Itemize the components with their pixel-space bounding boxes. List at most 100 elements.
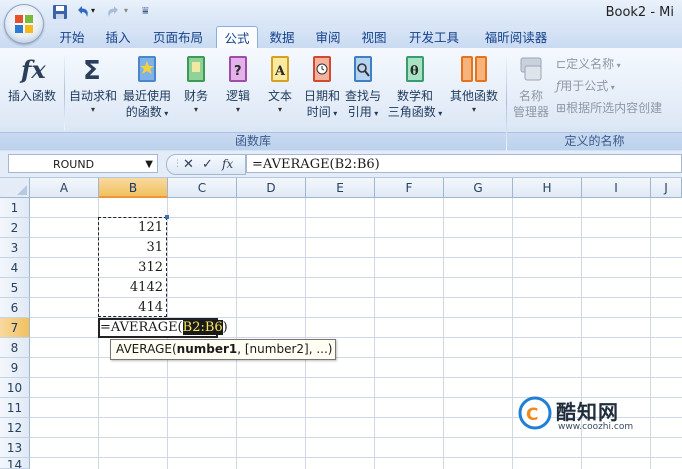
- column-header-b[interactable]: B: [99, 178, 168, 198]
- watermark: C 酷知网 www.coozhi.com: [512, 384, 662, 444]
- name-box-dropdown-icon[interactable]: ▼: [145, 155, 153, 174]
- column-header-c[interactable]: C: [168, 178, 237, 198]
- redo-icon[interactable]: [106, 4, 122, 20]
- financial-book-icon: [187, 56, 205, 82]
- tab-review[interactable]: 审阅: [308, 28, 348, 48]
- cancel-formula-icon[interactable]: ✕: [183, 155, 194, 174]
- financial-button[interactable]: 财务 ▾: [178, 52, 214, 116]
- logical-dropdown-icon[interactable]: ▾: [220, 104, 256, 116]
- formula-input[interactable]: =AVERAGE(B2:B6): [246, 154, 682, 173]
- logical-button[interactable]: ? 逻辑 ▾: [220, 52, 256, 116]
- svg-text:C: C: [526, 405, 538, 425]
- math-book-icon: θ: [406, 56, 424, 82]
- column-header-e[interactable]: E: [306, 178, 375, 198]
- function-argument-tooltip[interactable]: AVERAGE(number1, [number2], ...): [110, 339, 336, 360]
- insert-function-button[interactable]: fx 插入函数: [2, 52, 62, 104]
- row-header-8[interactable]: 8: [0, 338, 30, 358]
- column-header-f[interactable]: F: [375, 178, 444, 198]
- lookup-label-1: 查找与: [344, 89, 381, 103]
- sigma-icon: Σ: [83, 56, 101, 86]
- confirm-formula-icon[interactable]: ✓: [202, 155, 213, 174]
- row-header-4[interactable]: 4: [0, 258, 30, 278]
- math-dropdown-icon[interactable]: ▾: [436, 109, 442, 118]
- recent-functions-button[interactable]: 最近使用 的函数 ▾: [120, 52, 174, 122]
- undo-dropdown-icon[interactable]: ▾: [91, 6, 95, 15]
- row-header-1[interactable]: 1: [0, 198, 30, 218]
- logical-book-icon: ?: [229, 56, 247, 82]
- tab-formulas[interactable]: 公式: [216, 26, 258, 50]
- row-header-12[interactable]: 12: [0, 418, 30, 438]
- define-name-label: 定义名称: [566, 57, 615, 71]
- lookup-button[interactable]: 查找与 引用 ▾: [342, 52, 384, 122]
- tab-data[interactable]: 数据: [262, 28, 302, 48]
- lookup-dropdown-icon[interactable]: ▾: [372, 109, 378, 118]
- row-header-10[interactable]: 10: [0, 378, 30, 398]
- tab-home[interactable]: 开始: [50, 28, 94, 48]
- recent-book-icon: [138, 56, 156, 82]
- use-in-formula-dropdown-icon[interactable]: ▾: [608, 83, 615, 92]
- autosum-label: 自动求和: [68, 89, 117, 103]
- autosum-dropdown-icon[interactable]: ▾: [66, 104, 120, 116]
- column-header-h[interactable]: H: [513, 178, 582, 198]
- recent-dropdown-icon[interactable]: ▾: [162, 109, 168, 118]
- title-bar: [0, 0, 682, 26]
- column-header-a[interactable]: A: [30, 178, 99, 198]
- row-header-2[interactable]: 2: [0, 218, 30, 238]
- select-all-corner[interactable]: [0, 178, 30, 198]
- redo-dropdown-icon[interactable]: ▾: [124, 6, 128, 15]
- more-functions-label: 其他函数: [449, 89, 498, 103]
- customize-qat-icon[interactable]: ⩸: [142, 4, 149, 18]
- tab-insert[interactable]: 插入: [96, 28, 140, 48]
- tooltip-current-arg: number1: [176, 342, 238, 356]
- office-logo-icon: [15, 15, 33, 33]
- more-functions-button[interactable]: 其他函数 ▾: [446, 52, 502, 116]
- row-header-14[interactable]: 14: [0, 458, 30, 469]
- text-functions-button[interactable]: A 文本 ▾: [262, 52, 298, 116]
- tab-foxit-reader[interactable]: 福昕阅读器: [474, 28, 558, 48]
- insert-function-icon[interactable]: fx: [222, 155, 233, 174]
- column-header-j[interactable]: J: [651, 178, 682, 198]
- undo-icon[interactable]: [74, 4, 90, 20]
- row-header-13[interactable]: 13: [0, 438, 30, 458]
- ribbon-separator: [64, 54, 65, 130]
- fx-icon: fx: [19, 55, 46, 84]
- row-header-9[interactable]: 9: [0, 358, 30, 378]
- more-functions-dropdown-icon[interactable]: ▾: [446, 104, 502, 116]
- recent-label-1: 最近使用: [122, 89, 171, 103]
- formula-bar-grip-icon: ⋮: [173, 159, 182, 169]
- office-button[interactable]: [4, 4, 44, 44]
- math-trig-button[interactable]: θ 数学和 三角函数 ▾: [386, 52, 444, 122]
- name-box[interactable]: ROUND ▼: [8, 154, 158, 173]
- math-label-1: 数学和: [396, 89, 433, 103]
- row-header-7[interactable]: 7: [0, 318, 30, 338]
- tab-developer[interactable]: 开发工具: [400, 28, 468, 48]
- name-manager-label-1: 名称: [518, 89, 543, 103]
- use-in-formula-button[interactable]: ƒ用于公式 ▾: [556, 77, 615, 94]
- edit-cell-range-ref: B2:B6: [182, 320, 223, 335]
- datetime-label-1: 日期和: [303, 89, 340, 103]
- tab-view[interactable]: 视图: [354, 28, 394, 48]
- range-reference-marquee: [98, 215, 169, 317]
- save-icon[interactable]: [52, 4, 68, 20]
- financial-dropdown-icon[interactable]: ▾: [178, 104, 214, 116]
- define-name-dropdown-icon[interactable]: ▾: [614, 61, 621, 70]
- datetime-button[interactable]: 日期和 时间 ▾: [302, 52, 342, 122]
- svg-text:?: ?: [234, 64, 242, 79]
- autosum-button[interactable]: Σ 自动求和 ▾: [66, 52, 120, 116]
- cell-b7-editing[interactable]: =AVERAGE(B2:B6): [98, 318, 228, 338]
- row-header-3[interactable]: 3: [0, 238, 30, 258]
- column-header-d[interactable]: D: [237, 178, 306, 198]
- datetime-dropdown-icon[interactable]: ▾: [331, 109, 337, 118]
- datetime-book-icon: [313, 56, 331, 82]
- row-header-11[interactable]: 11: [0, 398, 30, 418]
- create-from-selection-button[interactable]: ⊞根据所选内容创建: [556, 99, 662, 116]
- row-header-5[interactable]: 5: [0, 278, 30, 298]
- define-name-button[interactable]: ⊏定义名称 ▾: [556, 55, 621, 72]
- financial-label: 财务: [183, 89, 208, 103]
- column-header-g[interactable]: G: [444, 178, 513, 198]
- row-header-6[interactable]: 6: [0, 298, 30, 318]
- name-manager-button[interactable]: 名称 管理器: [508, 52, 554, 120]
- column-header-i[interactable]: I: [582, 178, 651, 198]
- text-dropdown-icon[interactable]: ▾: [262, 104, 298, 116]
- tab-page-layout[interactable]: 页面布局: [142, 28, 214, 48]
